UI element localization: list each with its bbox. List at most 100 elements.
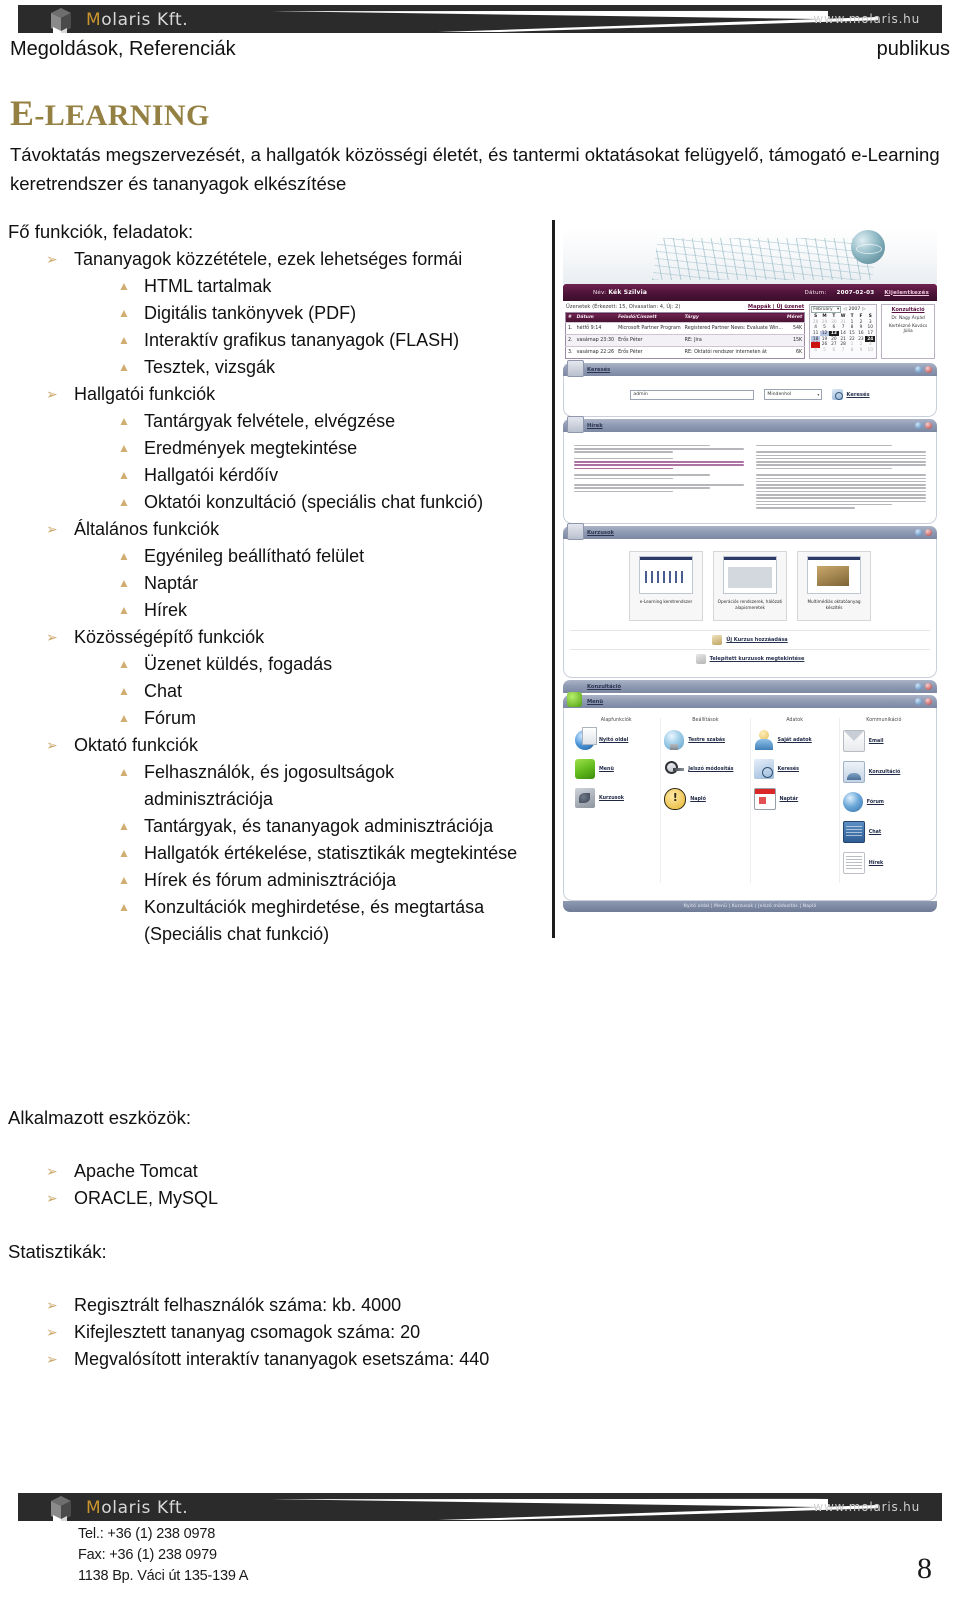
calendar-week-row: 4 5 6 7 8 9 10	[811, 348, 875, 354]
menu-column-title: Kommunikáció	[866, 718, 902, 724]
calendar-day-cell[interactable]: 8	[848, 348, 857, 354]
menu-item[interactable]: Email	[842, 730, 925, 753]
calendar-day-cell[interactable]: 7	[839, 348, 848, 354]
arrow-bullet-icon: ➢	[46, 386, 58, 402]
consultation-name[interactable]: Dr. Nagy Árpád	[884, 316, 932, 321]
menu-item[interactable]: Nyitó oldal	[575, 727, 657, 751]
close-icon[interactable]	[925, 683, 932, 691]
consultation-panel-bar[interactable]: Konzultáció	[563, 680, 937, 694]
search-panel-icon	[567, 360, 584, 377]
menu-item[interactable]: Chat	[842, 821, 925, 844]
course-card-label: Multimédiás oktatóanyag készítés	[807, 599, 861, 610]
footer-fax: Fax: +36 (1) 238 0979	[78, 1547, 217, 1563]
molaris-cube-logo-icon	[51, 8, 71, 33]
close-icon[interactable]	[925, 422, 932, 429]
calendar-day-cell[interactable]: 10	[865, 348, 875, 354]
classification-label: publikus	[876, 38, 950, 60]
search-panel-body: admin Mindenhol ▾ Keresés	[563, 376, 937, 417]
page-title-initial: E	[10, 93, 35, 133]
message-n-cell: 3.	[565, 346, 575, 359]
triangle-bullet-icon: ▲	[118, 441, 130, 455]
menu-item[interactable]: Saját adatok	[754, 730, 836, 751]
list-item-label: Konzultációk meghirdetése, és megtartása…	[144, 897, 485, 944]
list-item-label: Naptár	[144, 573, 199, 593]
menu-item[interactable]: Jelszó módosítás	[664, 759, 746, 779]
menu-item[interactable]: Napló	[664, 788, 746, 811]
course-card[interactable]: Multimédiás oktatóanyag készítés	[797, 551, 871, 622]
calendar-day-cell[interactable]: 9	[856, 348, 865, 354]
course-card-label: Operációs rendszerek, hálózati alapismer…	[717, 599, 783, 610]
view-courses-label: Telepített kurzusok megtekintése	[709, 656, 805, 663]
menu-item[interactable]: Testre szabás	[664, 730, 746, 751]
view-courses-link[interactable]: Telepített kurzusok megtekintése	[570, 649, 930, 668]
courses-panel-bar[interactable]: Kurzusok	[563, 523, 937, 541]
menu-panel-controls	[915, 698, 932, 706]
close-icon[interactable]	[925, 366, 932, 373]
app-footer-bar: Nyitó oldal | Menü | Kurzusok | Jelszó m…	[563, 901, 937, 913]
menu-item[interactable]: Fórum	[842, 792, 925, 813]
minimize-icon[interactable]	[915, 422, 922, 429]
calendar-month-select[interactable]: February ▾	[811, 306, 842, 313]
search-panel: Keresés admin Mindenhol ▾ Keresés	[563, 360, 937, 417]
menu-item[interactable]: Kurzusok	[575, 788, 657, 809]
stats-heading: Statisztikák:	[8, 1241, 107, 1262]
search-scope-select[interactable]: Mindenhol ▾	[764, 389, 823, 400]
logout-link[interactable]: Kijelentkezés	[884, 290, 929, 296]
calendar-icon	[753, 788, 776, 811]
search-submit[interactable]: Keresés	[832, 389, 870, 400]
table-row[interactable]: 2. vasárnap 23:30 Erős Péter RE: Jira 15K	[565, 334, 805, 347]
consultation-name[interactable]: Kertészné Kovács Júlia	[884, 324, 932, 334]
courses-panel-controls	[915, 529, 932, 537]
menu-item-label: Jelszó módosítás	[688, 766, 734, 772]
functions-list: ➢ Tananyagok közzététele, ezek lehetséges…	[8, 246, 528, 948]
menu-item[interactable]: Keresés	[753, 759, 836, 780]
triangle-bullet-icon: ▲	[118, 576, 130, 590]
close-icon[interactable]	[925, 698, 932, 706]
triangle-bullet-icon: ▲	[118, 711, 130, 725]
search-submit-label: Keresés	[846, 391, 870, 398]
calendar-grid: SMTWTFS 28 29 30 31 1 2 3 4 5 6 7 8 9 10 11 12 13 14 15 16 1…	[811, 314, 876, 354]
menu-item[interactable]: Menü	[575, 759, 657, 780]
menu-item[interactable]: Naptár	[753, 788, 836, 811]
menu-item[interactable]: Hírek	[842, 852, 925, 875]
calendar-prev-icon[interactable]: ◁	[843, 307, 846, 312]
add-course-icon	[712, 635, 723, 646]
application-screenshot: Név: Kék Szilvia Dátum: 2007-02-03 Kijel…	[552, 220, 942, 938]
minimize-icon[interactable]	[915, 529, 922, 537]
brand-url: www.molaris.hu	[813, 12, 920, 26]
course-links: Új Kurzus hozzáadása Telepített kurzusok…	[570, 626, 930, 670]
content-column: Fő funkciók, feladatok: ➢ Tananyagok közz…	[8, 218, 528, 948]
calendar-day-cell[interactable]: 6	[829, 348, 839, 354]
menu-panel-bar[interactable]: Menü	[563, 692, 937, 709]
menu-panel-body: Alapfunkciók Nyitó oldal Menü Kurzusok Beáll…	[563, 708, 937, 902]
calendar-day-cell[interactable]: 4	[811, 348, 820, 354]
calendar-next-icon[interactable]: ▷	[862, 307, 865, 312]
list-item-label: Interaktív grafikus tananyagok (FLASH)	[144, 330, 460, 350]
messages-links[interactable]: Mappák | Új üzenet	[748, 304, 804, 310]
search-panel-bar[interactable]: Keresés	[563, 360, 937, 377]
minimize-icon[interactable]	[915, 366, 922, 373]
course-card[interactable]: e-Learning keretrendszer	[629, 551, 703, 622]
tools-heading: Alkalmazott eszközök:	[8, 1107, 192, 1128]
footer-brand-rest: olaris Kft.	[101, 1498, 189, 1518]
courses-panel-icon	[567, 523, 584, 541]
triangle-bullet-icon: ▲	[118, 495, 130, 509]
course-card[interactable]: Operációs rendszerek, hálózati alapismer…	[713, 551, 787, 622]
minimize-icon[interactable]	[915, 683, 922, 691]
news-icon	[842, 852, 865, 875]
list-item: ➢ Kifejlesztett tananyag csomagok száma: …	[8, 1319, 648, 1346]
search-input[interactable]: admin	[630, 389, 755, 400]
add-course-link[interactable]: Új Kurzus hozzáadása	[570, 630, 930, 649]
menu-item-label: Nyitó oldal	[599, 737, 629, 743]
table-row[interactable]: 3. vasárnap 22:26 Erős Péter RE: Oktatói re…	[565, 346, 805, 359]
close-icon[interactable]	[925, 529, 932, 537]
chat-icon	[842, 821, 865, 844]
news-panel-bar[interactable]: Hírek	[563, 416, 937, 433]
footer-address: 1138 Bp. Váci út 135-139 A	[78, 1568, 249, 1584]
footer-brand-accent: M	[86, 1498, 102, 1518]
minimize-icon[interactable]	[915, 698, 922, 706]
calendar-day-cell[interactable]: 5	[820, 348, 829, 354]
page-head-row: Megoldások, Referenciák publikus	[10, 38, 950, 61]
menu-item[interactable]: Konzultáció	[842, 761, 925, 784]
table-row[interactable]: 1. hétfő 9:14 Microsoft Partner Program Reg…	[565, 322, 805, 335]
